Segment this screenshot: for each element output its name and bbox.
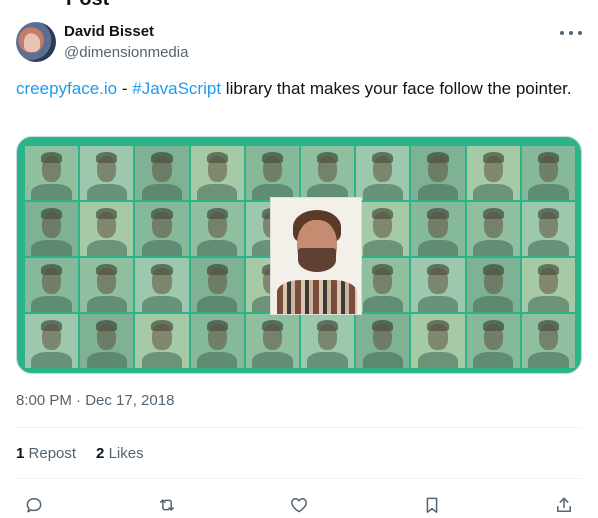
face-tile xyxy=(25,202,79,256)
face-tile xyxy=(80,202,134,256)
reply-button[interactable] xyxy=(22,493,46,517)
tweet-text-rest: library that makes your face follow the … xyxy=(221,79,572,98)
face-tile xyxy=(190,314,244,368)
tweet-link[interactable]: creepyface.io xyxy=(16,79,117,98)
bookmark-icon xyxy=(426,497,437,513)
page-header-title: Post xyxy=(66,0,109,11)
tweet-stats: 1 Repost 2 Likes xyxy=(16,445,144,462)
more-dot-icon xyxy=(569,31,573,35)
face-tile xyxy=(356,202,410,256)
author-display-name[interactable]: David Bisset xyxy=(64,23,154,40)
divider xyxy=(16,478,582,479)
likes-label: Likes xyxy=(108,445,144,462)
face-tile xyxy=(80,146,134,200)
face-tile xyxy=(521,258,575,312)
face-tile xyxy=(411,258,465,312)
face-tile xyxy=(80,314,134,368)
center-face-photo xyxy=(270,197,362,315)
like-icon xyxy=(291,498,307,513)
repost-button[interactable] xyxy=(155,493,179,517)
more-dot-icon xyxy=(560,31,564,35)
reply-icon xyxy=(26,498,42,513)
like-button[interactable] xyxy=(287,493,311,517)
face-tile xyxy=(411,314,465,368)
face-tile xyxy=(521,202,575,256)
face-tile xyxy=(521,146,575,200)
face-tile xyxy=(135,258,189,312)
face-tile xyxy=(466,146,520,200)
share-button[interactable] xyxy=(552,493,576,517)
face-tile xyxy=(25,314,79,368)
face-tile xyxy=(80,258,134,312)
share-icon xyxy=(557,497,571,512)
face-tile xyxy=(466,314,520,368)
face-tile xyxy=(245,314,299,368)
face-tile xyxy=(356,258,410,312)
likes-count: 2 xyxy=(96,445,105,462)
tweet-timestamp[interactable]: 8:00 PM · Dec 17, 2018 xyxy=(16,392,174,409)
face-tile xyxy=(25,258,79,312)
author-handle[interactable]: @dimensionmedia xyxy=(64,44,188,61)
tweet-author: David Bisset @dimensionmedia xyxy=(16,22,582,64)
face-tile xyxy=(411,202,465,256)
tweet-media[interactable] xyxy=(16,136,582,374)
reposts-label: Repost xyxy=(28,445,77,462)
face-tile xyxy=(301,314,355,368)
face-tile xyxy=(411,146,465,200)
face-tile xyxy=(190,202,244,256)
face-tile xyxy=(190,146,244,200)
face-tile xyxy=(135,202,189,256)
face-tile xyxy=(245,146,299,200)
face-tile xyxy=(356,146,410,200)
divider xyxy=(16,427,582,428)
face-tile xyxy=(466,258,520,312)
face-tile xyxy=(466,202,520,256)
bookmark-button[interactable] xyxy=(420,493,444,517)
face-tile xyxy=(135,146,189,200)
tweet-actions xyxy=(16,490,582,518)
face-tile xyxy=(521,314,575,368)
avatar[interactable] xyxy=(16,22,56,62)
likes-stat[interactable]: 2 Likes xyxy=(96,445,144,462)
hashtag-link[interactable]: #JavaScript xyxy=(132,79,221,98)
tweet-separator: - xyxy=(117,79,133,98)
face-tile xyxy=(25,146,79,200)
face-tile xyxy=(301,146,355,200)
tweet-text: creepyface.io - #JavaScript library that… xyxy=(16,77,576,100)
reposts-stat[interactable]: 1 Repost xyxy=(16,445,76,462)
more-dot-icon xyxy=(578,31,582,35)
more-options-button[interactable] xyxy=(560,26,582,40)
reposts-count: 1 xyxy=(16,445,25,462)
face-tile xyxy=(190,258,244,312)
face-tile xyxy=(135,314,189,368)
face-tile xyxy=(356,314,410,368)
repost-icon xyxy=(159,499,174,511)
